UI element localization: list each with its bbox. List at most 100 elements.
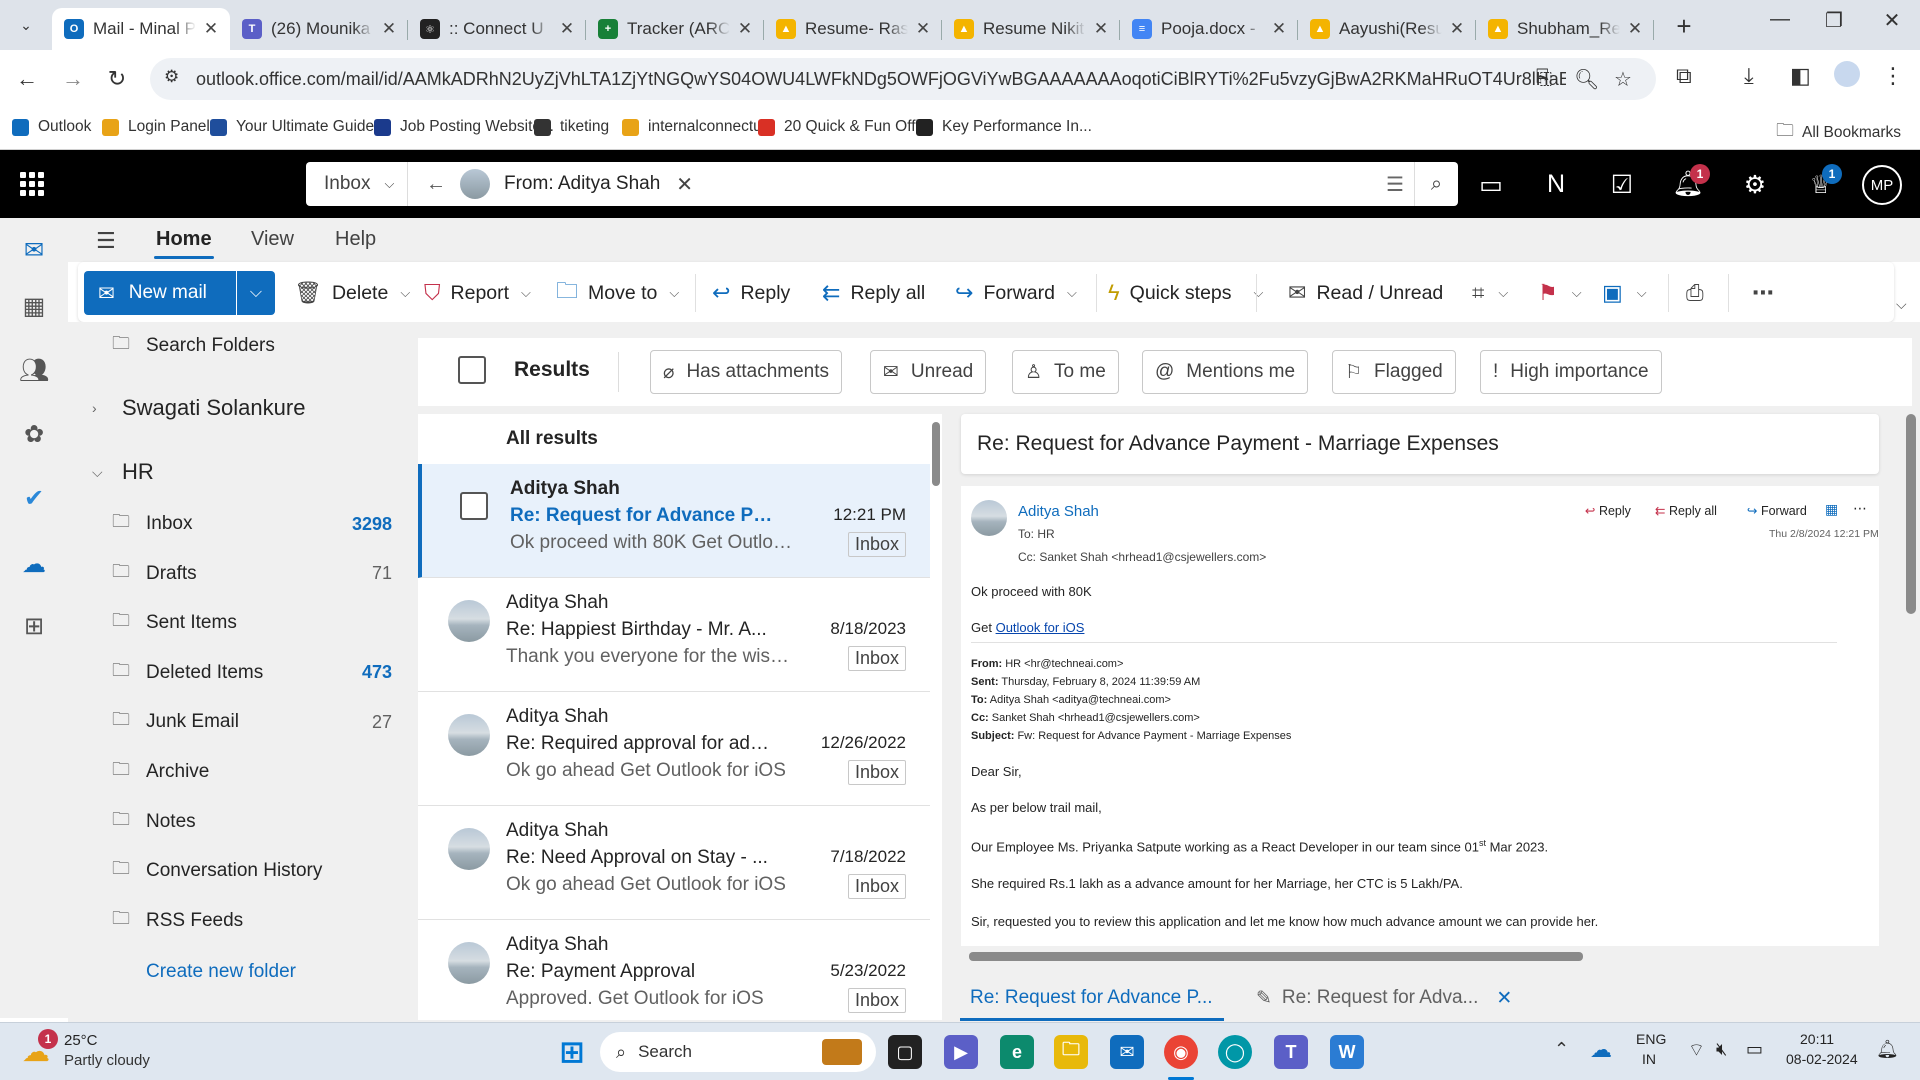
todo-check-icon[interactable]: ✔ <box>18 482 50 514</box>
tab-close-icon[interactable]: ✕ <box>380 19 398 39</box>
language-line1[interactable]: ENG <box>1636 1031 1666 1047</box>
open-item-tab-1[interactable]: Re: Request for Advance P... <box>970 978 1213 1018</box>
move-to-button[interactable]: 🗀 Move to ⌵ <box>556 275 679 311</box>
tab-close-icon[interactable]: ✕ <box>1270 19 1288 39</box>
folder-item[interactable]: 🗀 RSS Feeds <box>112 901 392 941</box>
more-apps-icon[interactable]: ⊞ <box>18 610 50 642</box>
word-icon[interactable]: W <box>1330 1035 1364 1069</box>
chevron-down-icon[interactable]: ⌵ <box>1572 285 1582 301</box>
filter-unread[interactable]: ✉ Unread <box>870 350 987 394</box>
file-explorer-icon[interactable]: 🗀 <box>1054 1035 1088 1069</box>
settings-gear-icon[interactable]: ⚙ <box>1737 170 1773 200</box>
omnibox[interactable]: ⚙ outlook.office.com/mail/id/AAMkADRhN2U… <box>150 58 1656 100</box>
new-mail-dropdown[interactable]: ⌵ <box>237 271 275 315</box>
browser-tab[interactable]: O Mail - Minal P ✕ <box>52 8 230 50</box>
todo-icon[interactable]: ☑ <box>1604 170 1640 200</box>
chevron-down-icon[interactable]: ⌵ <box>92 464 112 481</box>
app-icon[interactable]: ◯ <box>1218 1035 1252 1069</box>
chevron-right-icon[interactable]: › <box>92 400 112 416</box>
install-app-icon[interactable]: ⎘ <box>1536 67 1552 90</box>
profile-avatar[interactable] <box>1834 61 1860 87</box>
group-hr[interactable]: ⌵ HR <box>92 452 372 492</box>
message-row[interactable]: Aditya Shah Re: Payment Approval 5/23/2022… <box>418 920 930 1020</box>
delete-button[interactable]: 🗑︎ Delete ⌵ <box>294 275 410 311</box>
account-avatar[interactable]: MP <box>1862 165 1902 205</box>
hamburger-menu-icon[interactable]: ☰ <box>96 228 116 254</box>
app-launcher-icon[interactable] <box>20 172 44 196</box>
volume-muted-icon[interactable]: 🔇︎ <box>1716 1039 1727 1060</box>
side-panel-icon[interactable]: ◧ <box>1790 63 1811 89</box>
select-all-checkbox[interactable] <box>458 356 486 384</box>
folder-item[interactable]: 🗀 Deleted Items 473 <box>112 653 392 693</box>
groups-icon[interactable]: ✿ <box>18 418 50 450</box>
language-line2[interactable]: IN <box>1642 1051 1656 1067</box>
browser-tab[interactable]: ▲ Aayushi(Resu ✕ <box>1298 8 1476 50</box>
bookmark-item[interactable]: tiketing <box>534 118 609 136</box>
bookmark-item[interactable]: Login Panel : <box>102 118 219 136</box>
tab-help[interactable]: Help <box>335 228 376 251</box>
sender-name[interactable]: Aditya Shah <box>1018 503 1099 520</box>
filter-high-importance[interactable]: ! High importance <box>1480 350 1662 394</box>
browser-tab[interactable]: ▲ Resume Nikit ✕ <box>942 8 1120 50</box>
onedrive-tray-icon[interactable]: ☁ <box>1590 1037 1612 1063</box>
onenote-icon[interactable]: N <box>1538 170 1574 199</box>
forward-icon[interactable]: → <box>56 62 90 96</box>
site-info-icon[interactable]: ⚙ <box>164 67 179 87</box>
list-scrollbar[interactable] <box>932 422 940 486</box>
search-icon[interactable]: ⌕ <box>1414 162 1458 206</box>
back-icon[interactable]: ← <box>10 62 44 96</box>
notification-center-icon[interactable]: 🔔︎ <box>1876 1039 1899 1060</box>
tab-home[interactable]: Home <box>156 228 212 251</box>
chevron-down-icon[interactable]: ⌵ <box>1637 285 1647 301</box>
folder-item[interactable]: 🗀 Junk Email 27 <box>112 702 392 742</box>
more-options-button[interactable]: ⋯ <box>1752 275 1784 311</box>
mail-app-icon[interactable]: ✉ <box>1110 1035 1144 1069</box>
folder-item[interactable]: 🗀 Notes <box>112 802 392 842</box>
clock-date[interactable]: 08-02-2024 <box>1786 1051 1858 1067</box>
categorize-button[interactable]: ⌗ ⌵ <box>1472 275 1508 311</box>
tab-close-icon[interactable]: ✕ <box>202 19 220 39</box>
folder-tag[interactable]: Inbox <box>847 988 906 1013</box>
tab-view[interactable]: View <box>251 228 294 251</box>
new-tab-button[interactable]: + <box>1666 8 1702 44</box>
back-arrow-icon[interactable]: ← <box>426 173 446 196</box>
calendar-icon[interactable]: ▦ <box>18 290 50 322</box>
filter-flagged[interactable]: ⚐ Flagged <box>1332 350 1456 394</box>
read-unread-button[interactable]: ✉ Read / Unread <box>1288 275 1443 311</box>
task-view-icon[interactable]: ▢ <box>888 1035 922 1069</box>
bookmark-item[interactable]: Job Posting Website... <box>374 118 554 136</box>
windows-start-icon[interactable]: ⊞ <box>555 1035 589 1069</box>
open-item-tab-2[interactable]: ✎ Re: Request for Adva... ✕ <box>1256 978 1512 1018</box>
search-folders[interactable]: 🗀 Search Folders <box>112 326 392 366</box>
vertical-scrollbar[interactable] <box>1906 414 1916 614</box>
bookmark-item[interactable]: internalconnectus <box>622 118 770 136</box>
downloads-icon[interactable]: ⤓ <box>1744 63 1754 89</box>
chevron-down-icon[interactable]: ⌵ <box>1067 285 1077 301</box>
folder-item[interactable]: 🗀 Sent Items <box>112 603 392 643</box>
filter-to-me[interactable]: ♙ To me <box>1012 350 1119 394</box>
inline-forward[interactable]: ↪ Forward <box>1747 503 1807 518</box>
teams-chat-icon[interactable]: ▶ <box>944 1035 978 1069</box>
teams-icon[interactable]: T <box>1274 1035 1308 1069</box>
inline-reply[interactable]: ↩ Reply <box>1585 503 1631 518</box>
print-button[interactable]: ⎙ <box>1686 275 1714 311</box>
forward-button[interactable]: ↪ Forward ⌵ <box>955 275 1077 311</box>
wifi-icon[interactable]: ⌔ <box>1688 1039 1705 1062</box>
clock-time[interactable]: 20:11 <box>1800 1031 1834 1047</box>
tab-close-icon[interactable]: ✕ <box>1092 19 1110 39</box>
minimize-icon[interactable]: — <box>1750 8 1810 31</box>
meet-now-icon[interactable]: ▭ <box>1473 170 1509 200</box>
close-tab-icon[interactable]: ✕ <box>1496 987 1512 1010</box>
horizontal-scrollbar[interactable] <box>969 952 1583 961</box>
chevron-down-icon[interactable]: ⌵ <box>669 285 679 301</box>
bookmark-item[interactable]: 20 Quick & Fun Offi... <box>758 118 932 136</box>
search-query[interactable]: From: Aditya Shah <box>504 173 660 195</box>
tab-close-icon[interactable]: ✕ <box>1448 19 1466 39</box>
chrome-icon[interactable]: ◉ <box>1164 1035 1198 1069</box>
browser-tab[interactable]: ▲ Shubham_Re ✕ <box>1476 8 1654 50</box>
message-checkbox[interactable] <box>460 492 488 520</box>
people-icon[interactable]: 👥︎ <box>18 354 50 386</box>
folder-item[interactable]: 🗀 Inbox 3298 <box>112 504 392 544</box>
account-swagati[interactable]: › Swagati Solankure <box>92 388 372 428</box>
all-bookmarks[interactable]: 🗀 All Bookmarks <box>1776 118 1901 148</box>
